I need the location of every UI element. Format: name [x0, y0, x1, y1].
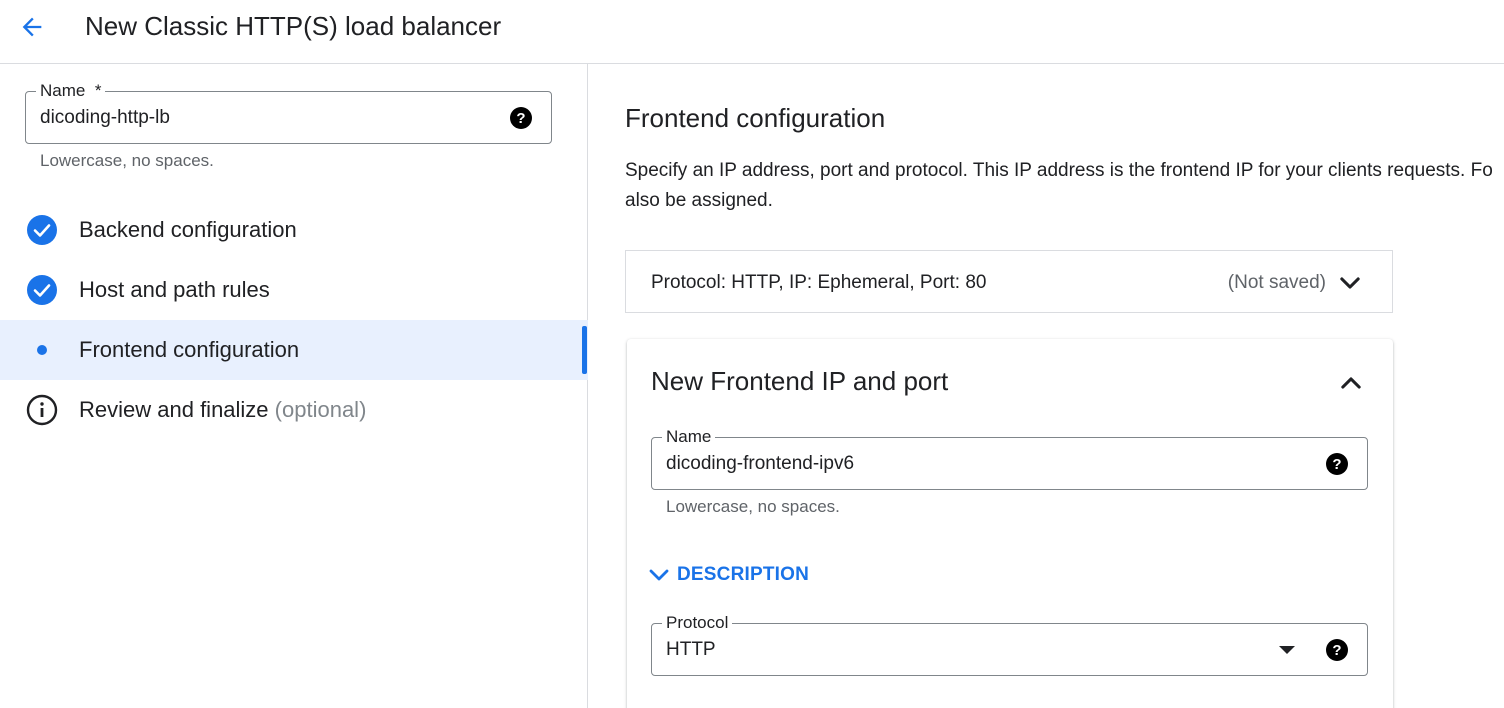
step-review-and-finalize[interactable]: Review and finalize (optional) — [0, 380, 588, 440]
arrow-back-icon — [22, 17, 42, 37]
section-description: Specify an IP address, port and protocol… — [625, 160, 1493, 211]
lb-name-field[interactable]: Name * dicoding-http-lb ? — [25, 80, 552, 144]
step-label: Review and finalize (optional) — [79, 397, 367, 422]
back-button[interactable] — [14, 9, 50, 45]
step-label: Host and path rules — [79, 277, 270, 302]
protocol-value: HTTP — [666, 638, 716, 660]
chevron-down-icon[interactable] — [1336, 269, 1364, 297]
description-toggle[interactable]: DESCRIPTION — [647, 563, 809, 587]
top-bar: New Classic HTTP(S) load balancer — [0, 0, 1504, 64]
section-title: Frontend configuration — [625, 103, 886, 133]
check-circle-icon — [26, 214, 58, 246]
dot-icon — [26, 334, 58, 366]
frontend-name-field[interactable]: Name dicoding-frontend-ipv6 ? — [651, 426, 1368, 490]
help-icon[interactable]: ? — [1325, 638, 1349, 662]
help-icon[interactable]: ? — [509, 106, 533, 130]
chevron-up-icon[interactable] — [1337, 369, 1365, 397]
wizard-sidebar: Name * dicoding-http-lb ? Lowercase, no … — [0, 64, 588, 708]
dropdown-arrow-icon[interactable] — [1279, 645, 1295, 654]
new-frontend-card: New Frontend IP and port Name dicoding-f… — [627, 339, 1393, 708]
step-frontend-configuration[interactable]: Frontend configuration — [0, 320, 588, 380]
help-icon[interactable]: ? — [1325, 452, 1349, 476]
card-title: New Frontend IP and port — [651, 366, 949, 396]
step-label: Backend configuration — [79, 217, 297, 242]
protocol-select[interactable]: Protocol HTTP ? — [651, 612, 1368, 676]
not-saved-status: (Not saved) — [1227, 272, 1326, 293]
frontend-name-hint: Lowercase, no spaces. — [666, 497, 840, 516]
lb-name-hint: Lowercase, no spaces. — [40, 151, 214, 170]
svg-text:?: ? — [1332, 456, 1341, 473]
lb-name-label: Name * — [36, 80, 106, 102]
chevron-down-icon — [649, 569, 669, 581]
frontend-summary-row[interactable]: Protocol: HTTP, IP: Ephemeral, Port: 80 … — [625, 250, 1393, 313]
svg-text:?: ? — [1332, 642, 1341, 659]
page-title: New Classic HTTP(S) load balancer — [85, 11, 502, 41]
frontend-name-input[interactable]: dicoding-frontend-ipv6 — [666, 452, 854, 476]
protocol-label: Protocol — [662, 612, 733, 634]
frontend-name-label: Name — [662, 426, 716, 448]
lb-name-input[interactable]: dicoding-http-lb — [40, 106, 170, 130]
step-backend-configuration[interactable]: Backend configuration — [0, 200, 588, 260]
main-content: Frontend configuration Specify an IP add… — [589, 64, 1504, 708]
optional-tag: (optional) — [274, 397, 367, 422]
step-host-and-path-rules[interactable]: Host and path rules — [0, 260, 588, 320]
info-icon — [26, 394, 58, 426]
svg-text:?: ? — [516, 110, 525, 127]
step-label: Frontend configuration — [79, 337, 300, 362]
check-circle-icon — [26, 274, 58, 306]
description-toggle-label: DESCRIPTION — [677, 564, 810, 585]
frontend-summary-text: Protocol: HTTP, IP: Ephemeral, Port: 80 — [651, 272, 987, 293]
active-step-indicator — [582, 326, 587, 374]
